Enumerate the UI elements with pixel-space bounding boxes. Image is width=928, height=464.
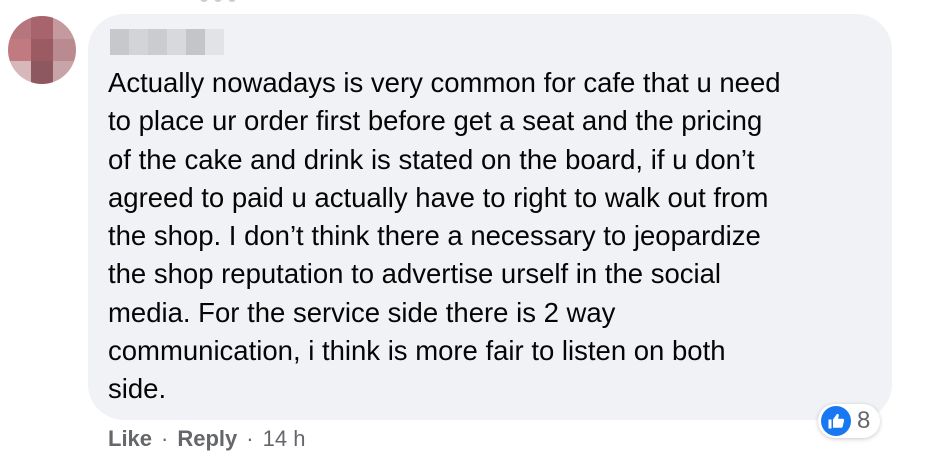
comment-text: Actually nowadays is very common for caf… [108,67,781,405]
previous-reaction-fragment [200,0,260,2]
reply-button[interactable]: Reply [177,426,237,452]
avatar[interactable] [8,16,76,84]
reaction-summary[interactable]: 8 [818,404,881,438]
comment-actions: Like · Reply · 14 h [108,424,305,454]
fragment-mark [228,0,236,2]
separator: · [246,426,254,451]
fragment-mark [214,0,222,2]
separator: · [161,426,169,451]
like-icon [821,406,851,436]
reaction-count: 8 [857,407,871,434]
author-name-redacted[interactable] [110,29,224,55]
fragment-mark [200,0,208,2]
like-button[interactable]: Like [108,426,152,452]
timestamp[interactable]: 14 h [263,426,306,452]
